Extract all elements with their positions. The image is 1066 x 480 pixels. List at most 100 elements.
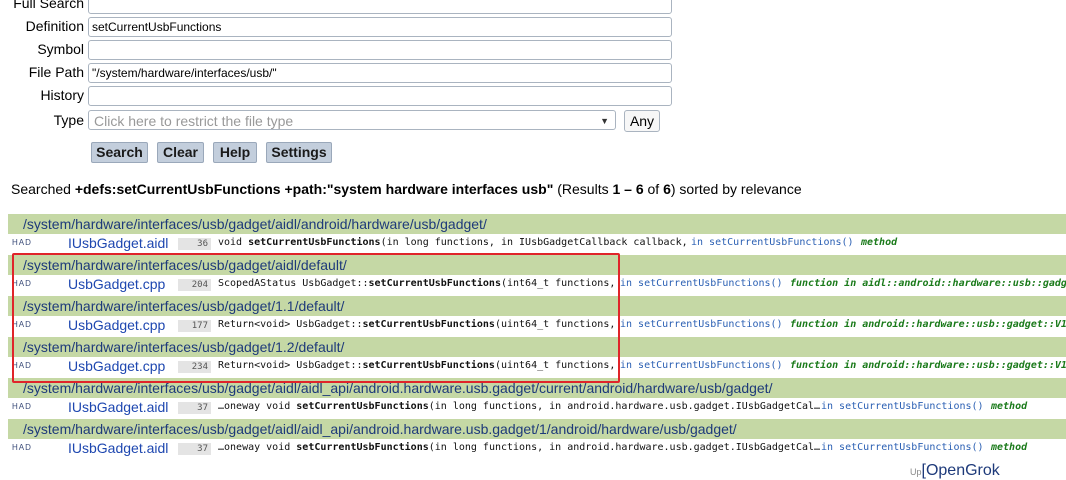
symbol-row: Symbol — [0, 40, 700, 60]
history-label: History — [40, 87, 84, 103]
definition-label: Definition — [25, 18, 84, 34]
result-file-link[interactable]: UsbGadget.cpp — [68, 317, 165, 333]
scope-link[interactable]: in setCurrentUsbFunctions() — [821, 442, 984, 453]
symbol-label: Symbol — [37, 41, 84, 57]
summary-suffix: ) sorted by relevance — [670, 181, 802, 197]
opengrok-brand[interactable]: [OpenGrok — [922, 462, 1000, 479]
line-number[interactable]: 37 — [178, 443, 211, 455]
code-suffix: (uint64_t functions, — [494, 360, 616, 371]
summary-total: 6 — [663, 181, 671, 197]
symbol-kind: function in android::hardware::usb::gadg… — [790, 360, 1066, 371]
symbol-kind: function in android::hardware::usb::gadg… — [790, 319, 1066, 330]
result-file-row: HAD UsbGadget.cpp 177 Return<void> UsbGadge… — [8, 316, 1066, 337]
code-prefix: Return<void> UsbGadget:: — [218, 319, 363, 330]
result-file-row: HAD IUsbGadget.aidl 37 …oneway void setCurr… — [8, 398, 1066, 419]
code-suffix: (in long functions, in IUsbGadgetCallbac… — [380, 237, 688, 248]
line-number[interactable]: 234 — [178, 361, 211, 373]
code-prefix: ScopedAStatus UsbGadget:: — [218, 278, 369, 289]
result-file-link[interactable]: IUsbGadget.aidl — [68, 399, 168, 415]
file-path-label: File Path — [28, 64, 84, 80]
code-prefix: …oneway void — [218, 442, 297, 453]
code-suffix: (uint64_t functions, — [494, 319, 616, 330]
definition-input[interactable]: setCurrentUsbFunctions — [88, 17, 672, 37]
line-number[interactable]: 37 — [178, 402, 211, 414]
history-row: History — [0, 86, 700, 106]
result-file-row: HAD IUsbGadget.aidl 37 …oneway void setCurr… — [8, 439, 1066, 460]
full-search-input[interactable] — [88, 0, 672, 14]
history-input[interactable] — [88, 86, 672, 106]
code-match: setCurrentUsbFunctions — [368, 278, 501, 289]
code-match: setCurrentUsbFunctions — [296, 401, 429, 412]
symbol-input[interactable] — [88, 40, 672, 60]
summary-of: of — [643, 181, 664, 197]
had-links[interactable]: HAD — [12, 402, 32, 411]
result-file-row: HAD UsbGadget.cpp 234 Return<void> UsbGadge… — [8, 357, 1066, 378]
had-links[interactable]: HAD — [12, 320, 32, 329]
result-directory-link[interactable]: /system/hardware/interfaces/usb/gadget/a… — [8, 378, 1066, 398]
line-number[interactable]: 204 — [178, 279, 211, 291]
code-snippet-link[interactable]: ScopedAStatus UsbGadget::setCurrentUsbFu… — [218, 278, 615, 289]
result-file-link[interactable]: UsbGadget.cpp — [68, 276, 165, 292]
results-list: /system/hardware/interfaces/usb/gadget/a… — [8, 214, 1066, 460]
had-links[interactable]: HAD — [12, 238, 32, 247]
code-snippet-link[interactable]: …oneway void setCurrentUsbFunctions(in l… — [218, 442, 820, 453]
code-snippet-link[interactable]: Return<void> UsbGadget::setCurrentUsbFun… — [218, 319, 615, 330]
definition-row: Definition setCurrentUsbFunctions — [0, 17, 700, 37]
scope-link[interactable]: in setCurrentUsbFunctions() — [691, 237, 854, 248]
summary-range: 1 – 6 — [612, 181, 644, 197]
scope-link[interactable]: in setCurrentUsbFunctions() — [620, 278, 783, 289]
settings-button[interactable]: Settings — [266, 142, 332, 163]
result-directory-link[interactable]: /system/hardware/interfaces/usb/gadget/1… — [8, 296, 1066, 316]
summary-prefix: Searched — [11, 181, 75, 197]
result-directory-link[interactable]: /system/hardware/interfaces/usb/gadget/a… — [8, 214, 1066, 234]
type-label: Type — [53, 112, 84, 128]
symbol-kind: function in aidl::android::hardware::usb… — [790, 278, 1066, 289]
code-match: setCurrentUsbFunctions — [296, 442, 429, 453]
help-button[interactable]: Help — [213, 142, 257, 163]
scope-link[interactable]: in setCurrentUsbFunctions() — [620, 319, 783, 330]
file-type-placeholder: Click here to restrict the file type — [94, 113, 294, 129]
code-suffix: (int64_t functions, — [500, 278, 616, 289]
code-suffix: (in long functions, in android.hardware.… — [428, 401, 821, 412]
full-search-label: Full Search — [13, 0, 84, 11]
result-directory-link[interactable]: /system/hardware/interfaces/usb/gadget/1… — [8, 337, 1066, 357]
search-button[interactable]: Search — [91, 142, 148, 163]
symbol-kind: method — [861, 237, 898, 248]
any-type-button[interactable]: Any — [624, 110, 660, 132]
code-match: setCurrentUsbFunctions — [248, 237, 381, 248]
full-search-row: Full Search — [0, 0, 700, 14]
had-links[interactable]: HAD — [12, 443, 32, 452]
result-file-link[interactable]: UsbGadget.cpp — [68, 358, 165, 374]
code-prefix: …oneway void — [218, 401, 297, 412]
code-snippet-link[interactable]: void setCurrentUsbFunctions(in long func… — [218, 237, 688, 248]
search-summary: Searched +defs:setCurrentUsbFunctions +p… — [11, 181, 802, 197]
scope-link[interactable]: in setCurrentUsbFunctions() — [620, 360, 783, 371]
summary-query: +defs:setCurrentUsbFunctions +path:"syst… — [74, 181, 554, 197]
scope-link[interactable]: in setCurrentUsbFunctions() — [821, 401, 984, 412]
line-number[interactable]: 36 — [178, 238, 211, 250]
line-number[interactable]: 177 — [178, 320, 211, 332]
symbol-kind: method — [991, 442, 1028, 453]
code-snippet-link[interactable]: Return<void> UsbGadget::setCurrentUsbFun… — [218, 360, 615, 371]
file-path-row: File Path "/system/hardware/interfaces/u… — [0, 63, 700, 83]
code-prefix: Return<void> UsbGadget:: — [218, 360, 363, 371]
footer: Up[OpenGrok — [910, 462, 1000, 480]
had-links[interactable]: HAD — [12, 361, 32, 370]
result-directory-link[interactable]: /system/hardware/interfaces/usb/gadget/a… — [8, 419, 1066, 439]
code-snippet-link[interactable]: …oneway void setCurrentUsbFunctions(in l… — [218, 401, 820, 412]
result-file-row: HAD IUsbGadget.aidl 36 void setCurrentUsbFu… — [8, 234, 1066, 255]
code-match: setCurrentUsbFunctions — [362, 319, 495, 330]
code-prefix: void — [218, 237, 249, 248]
footer-up-link[interactable]: Up — [910, 467, 922, 477]
result-file-row: HAD UsbGadget.cpp 204 ScopedAStatus UsbGadg… — [8, 275, 1066, 296]
result-file-link[interactable]: IUsbGadget.aidl — [68, 440, 168, 456]
result-directory-link[interactable]: /system/hardware/interfaces/usb/gadget/a… — [8, 255, 1066, 275]
file-path-input[interactable]: "/system/hardware/interfaces/usb/" — [88, 63, 672, 83]
code-match: setCurrentUsbFunctions — [362, 360, 495, 371]
code-suffix: (in long functions, in android.hardware.… — [428, 442, 821, 453]
had-links[interactable]: HAD — [12, 279, 32, 288]
clear-button[interactable]: Clear — [157, 142, 204, 163]
file-type-select[interactable]: Click here to restrict the file type ▼ — [88, 110, 616, 130]
summary-results-open: (Results — [553, 181, 613, 197]
result-file-link[interactable]: IUsbGadget.aidl — [68, 235, 168, 251]
